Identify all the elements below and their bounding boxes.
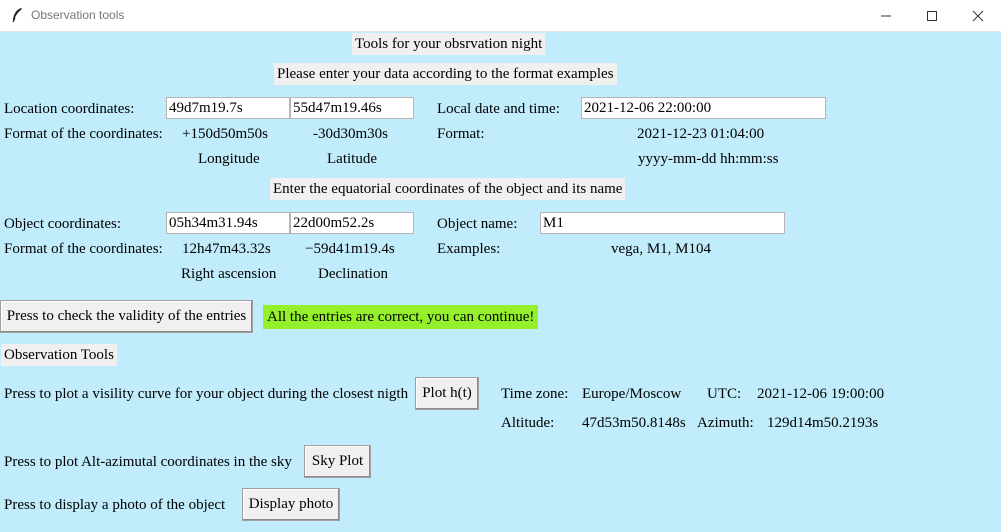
observation-tools-heading: Observation Tools bbox=[1, 344, 117, 366]
altitude-value: 47d53m50.8148s bbox=[582, 415, 686, 431]
object-format-label: Format of the coordinates: bbox=[4, 241, 163, 257]
object-coordinates-label: Object coordinates: bbox=[4, 216, 122, 232]
longitude-caption: Longitude bbox=[198, 151, 260, 167]
timezone-label: Time zone: bbox=[501, 386, 569, 402]
azimuth-label: Azimuth: bbox=[697, 415, 754, 431]
timezone-value: Europe/Moscow bbox=[582, 386, 682, 402]
object-section-heading: Enter the equatorial coordinates of the … bbox=[270, 178, 626, 200]
close-icon bbox=[972, 10, 984, 22]
instructions-label: Please enter your data according to the … bbox=[274, 63, 617, 85]
minimize-icon bbox=[881, 15, 891, 17]
photo-text: Press to display a photo of the object bbox=[4, 497, 226, 513]
latitude-caption: Latitude bbox=[327, 151, 377, 167]
longitude-input[interactable] bbox=[166, 97, 290, 119]
maximize-button[interactable] bbox=[909, 0, 955, 31]
local-datetime-label: Local date and time: bbox=[437, 101, 560, 117]
check-validity-button[interactable]: Press to check the validity of the entri… bbox=[0, 300, 253, 333]
right-ascension-example: 12h47m43.32s bbox=[182, 241, 271, 257]
altitude-label: Altitude: bbox=[501, 415, 555, 431]
object-name-label: Object name: bbox=[437, 216, 518, 232]
minimize-button[interactable] bbox=[863, 0, 909, 31]
utc-label: UTC: bbox=[707, 386, 742, 402]
right-ascension-input[interactable] bbox=[166, 212, 290, 234]
close-button[interactable] bbox=[955, 0, 1001, 31]
declination-example: −59d41m19.4s bbox=[305, 241, 395, 257]
validation-status-message: All the entries are correct, you can con… bbox=[263, 305, 539, 329]
sky-plot-button[interactable]: Sky Plot bbox=[304, 445, 371, 478]
declination-caption: Declination bbox=[318, 266, 388, 282]
display-photo-button[interactable]: Display photo bbox=[242, 488, 340, 521]
examples-label: Examples: bbox=[437, 241, 501, 257]
plot-ht-button[interactable]: Plot h(t) bbox=[415, 377, 479, 410]
latitude-input[interactable] bbox=[290, 97, 414, 119]
location-coordinates-label: Location coordinates: bbox=[4, 101, 135, 117]
declination-input[interactable] bbox=[290, 212, 414, 234]
location-format-label: Format of the coordinates: bbox=[4, 126, 163, 142]
title-bar: Observation tools bbox=[0, 0, 1001, 32]
feather-icon bbox=[10, 7, 24, 23]
visibility-curve-text: Press to plot a visility curve for your … bbox=[4, 386, 409, 402]
azimuth-value: 129d14m50.2193s bbox=[767, 415, 879, 431]
local-datetime-input[interactable] bbox=[581, 97, 826, 119]
datetime-format-label: Format: bbox=[437, 126, 485, 142]
object-name-input[interactable] bbox=[540, 212, 785, 234]
window-title: Observation tools bbox=[31, 8, 125, 22]
utc-value: 2021-12-06 19:00:00 bbox=[757, 386, 885, 402]
page-heading: Tools for your obsrvation night bbox=[352, 33, 546, 55]
maximize-icon bbox=[927, 11, 937, 21]
right-ascension-caption: Right ascension bbox=[181, 266, 277, 282]
sky-plot-text: Press to plot Alt-azimutal coordinates i… bbox=[4, 454, 292, 470]
latitude-example: -30d30m30s bbox=[313, 126, 388, 142]
datetime-pattern: yyyy-mm-dd hh:mm:ss bbox=[638, 151, 779, 167]
datetime-example: 2021-12-23 01:04:00 bbox=[637, 126, 765, 142]
object-name-examples: vega, M1, M104 bbox=[611, 241, 711, 257]
longitude-example: +150d50m50s bbox=[182, 126, 268, 142]
